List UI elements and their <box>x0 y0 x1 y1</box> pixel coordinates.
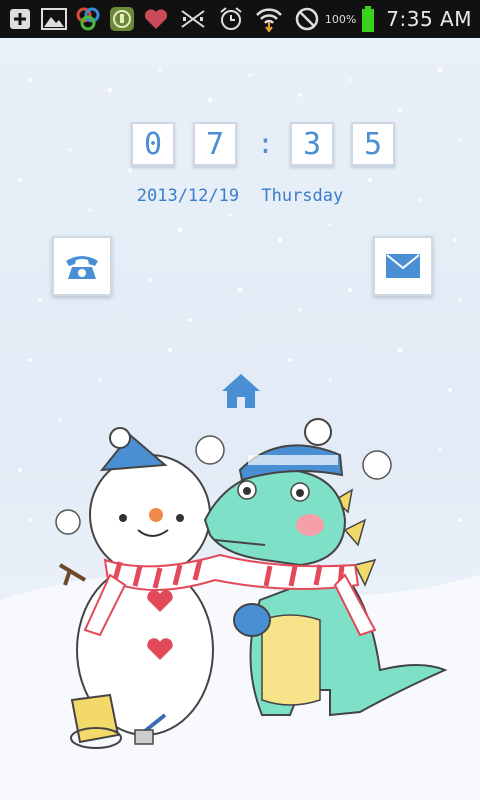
snowman-dinosaur-illustration <box>55 418 448 749</box>
lockscreen: 100% 7:35 AM 0 7 : 3 5 2013/12/19 Thursd… <box>0 0 480 800</box>
